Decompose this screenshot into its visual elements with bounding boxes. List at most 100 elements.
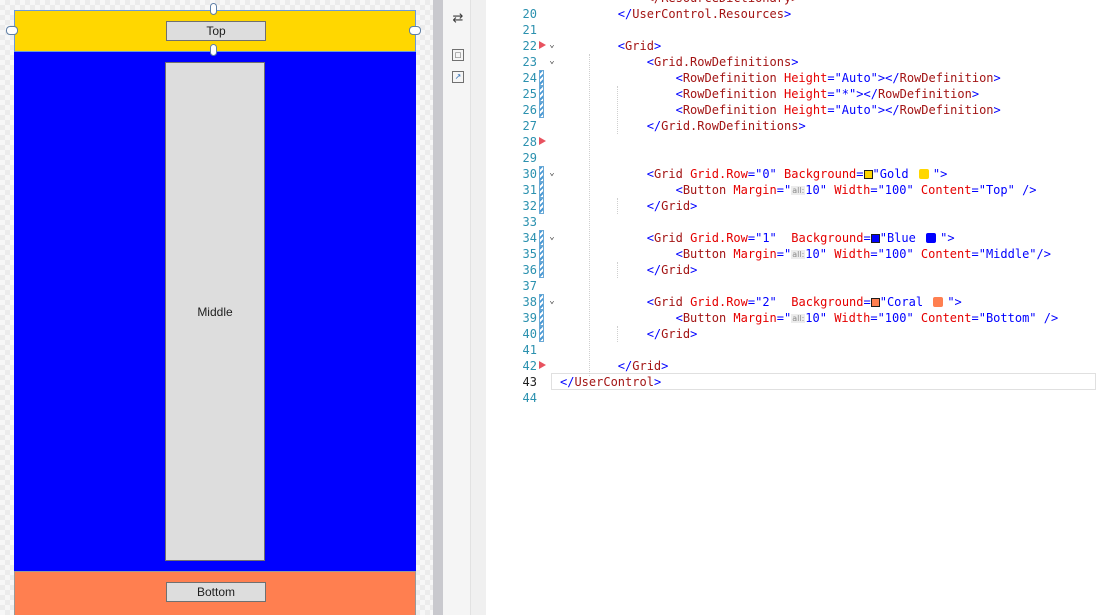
code-text[interactable]: </Grid> — [560, 198, 698, 214]
bottom-button[interactable]: Bottom — [166, 582, 266, 602]
code-text[interactable]: </Grid.RowDefinitions> — [560, 118, 806, 134]
fold-chevron-icon[interactable]: ⌄ — [546, 55, 558, 67]
code-line-33[interactable]: 33 — [486, 214, 1096, 230]
code-text[interactable]: <Button Margin="all:10" Width="100" Cont… — [560, 182, 1037, 199]
code-line-27[interactable]: 27 </Grid.RowDefinitions> — [486, 118, 1096, 134]
code-text[interactable]: <Button Margin="all:10" Width="100" Cont… — [560, 246, 1051, 263]
color-swatch-icon[interactable] — [870, 234, 880, 243]
code-line-37[interactable]: 37 — [486, 278, 1096, 294]
line-number: 24 — [522, 71, 537, 85]
code-text[interactable]: </Grid> — [560, 262, 698, 278]
code-line-20[interactable]: 20 </UserControl.Resources> — [486, 6, 1096, 22]
code-line-22[interactable]: 22 ⌄ <Grid> — [486, 38, 1096, 54]
color-swatch-icon[interactable] — [870, 298, 880, 307]
fold-chevron-icon[interactable]: ⌄ — [546, 231, 558, 243]
design-surface[interactable]: Top Middle Bottom — [6, 3, 421, 615]
code-line-36[interactable]: 36 </Grid> — [486, 262, 1096, 278]
code-token: Width — [826, 247, 871, 261]
grid-row-blue[interactable]: Middle — [14, 52, 416, 571]
code-token: ></ — [877, 71, 900, 85]
splitter-bar[interactable] — [471, 0, 486, 615]
swap-panes-icon[interactable]: ⇄ — [452, 12, 464, 25]
color-swatch-icon[interactable] — [863, 170, 873, 179]
code-text[interactable]: <RowDefinition Height="*"></RowDefinitio… — [560, 86, 980, 102]
code-line-25[interactable]: 25 <RowDefinition Height="*"></RowDefini… — [486, 86, 1096, 102]
designer-scrollbar[interactable] — [433, 0, 443, 615]
code-line-43[interactable]: 43 </UserControl> — [486, 374, 1096, 390]
change-indicator — [539, 166, 544, 182]
code-line-40[interactable]: 40 </Grid> — [486, 326, 1096, 342]
change-indicator — [539, 182, 544, 198]
code-line-42[interactable]: 42 </Grid> — [486, 358, 1096, 374]
code-text[interactable]: <Grid Grid.Row="2" Background= "Coral "> — [560, 294, 962, 310]
code-token: Height — [776, 71, 828, 85]
color-preview-icon — [933, 297, 944, 307]
code-line-34[interactable]: 34 ⌄ <Grid Grid.Row="1" Background= "Blue … — [486, 230, 1096, 246]
code-token: </ — [646, 119, 662, 133]
marker-triangle-icon[interactable] — [539, 41, 546, 49]
code-text[interactable]: <Button Margin="all:10" Width="100" Cont… — [560, 310, 1059, 327]
code-token: > — [661, 359, 669, 373]
popout-icon[interactable]: ↗ — [452, 71, 464, 83]
code-token: > — [690, 199, 698, 213]
zoom-frame-icon[interactable]: □ — [452, 49, 464, 61]
code-text[interactable]: </UserControl> — [560, 374, 661, 390]
code-line-26[interactable]: 26 <RowDefinition Height="Auto"></RowDef… — [486, 102, 1096, 118]
code-text[interactable]: </UserControl.Resources> — [560, 6, 791, 22]
grid-row-coral[interactable]: Bottom — [14, 571, 416, 615]
xaml-code-editor[interactable]: </ResourceDictionary> 20 </UserControl.R… — [486, 0, 1096, 615]
code-line-44[interactable]: 44 — [486, 390, 1096, 406]
change-indicator — [539, 246, 544, 262]
code-text[interactable]: <RowDefinition Height="Auto"></RowDefini… — [560, 102, 1001, 118]
code-line-24[interactable]: 24 <RowDefinition Height="Auto"></RowDef… — [486, 70, 1096, 86]
marker-triangle-icon[interactable] — [539, 137, 546, 145]
code-token: = — [827, 71, 835, 85]
code-token: "Gold — [872, 167, 916, 181]
right-resize-adorner[interactable] — [409, 26, 421, 35]
code-line-32[interactable]: 32 </Grid> — [486, 198, 1096, 214]
code-token: Height — [776, 103, 828, 117]
code-line-41[interactable]: 41 — [486, 342, 1096, 358]
code-line-38[interactable]: 38 ⌄ <Grid Grid.Row="2" Background= "Coral… — [486, 294, 1096, 310]
marker-triangle-icon[interactable] — [539, 361, 546, 369]
line-number: 32 — [522, 199, 537, 213]
color-preview-icon — [918, 169, 929, 179]
code-token: Grid.Row — [682, 167, 748, 181]
bottom-resize-adorner[interactable] — [210, 44, 217, 56]
code-line-29[interactable]: 29 — [486, 150, 1096, 166]
code-line-39[interactable]: 39 <Button Margin="all:10" Width="100" C… — [486, 310, 1096, 326]
code-text[interactable]: <RowDefinition Height="Auto"></RowDefini… — [560, 70, 1001, 86]
code-token: > — [798, 119, 806, 133]
code-line-28[interactable]: 28 — [486, 134, 1096, 150]
fold-chevron-icon[interactable]: ⌄ — [546, 167, 558, 179]
code-token: "1" — [755, 231, 777, 245]
code-text[interactable]: <Grid Grid.Row="0" Background= "Gold "> — [560, 166, 948, 182]
left-resize-adorner[interactable] — [6, 26, 18, 35]
code-token: < — [646, 295, 654, 309]
top-resize-adorner[interactable] — [210, 3, 217, 15]
code-text[interactable]: </Grid> — [560, 358, 669, 374]
xaml-designer-canvas[interactable]: Top Middle Bottom — [0, 0, 433, 615]
code-line-21[interactable]: 21 — [486, 22, 1096, 38]
top-button[interactable]: Top — [166, 21, 266, 41]
code-token: = — [856, 167, 864, 181]
code-token: "100" — [877, 247, 914, 261]
code-line-31[interactable]: 31 <Button Margin="all:10" Width="100" C… — [486, 182, 1096, 198]
code-token: Button — [682, 311, 727, 325]
code-text[interactable]: <Grid> — [560, 38, 661, 54]
fold-chevron-icon[interactable]: ⌄ — [546, 295, 558, 307]
code-line-30[interactable]: 30 ⌄ <Grid Grid.Row="0" Background= "Gold … — [486, 166, 1096, 182]
code-text[interactable]: </Grid> — [560, 326, 698, 342]
fold-chevron-icon[interactable]: ⌄ — [546, 39, 558, 51]
code-token: </ — [646, 263, 662, 277]
code-text[interactable]: <Grid Grid.Row="1" Background= "Blue "> — [560, 230, 955, 246]
code-token: > — [954, 295, 962, 309]
code-line-23[interactable]: 23 ⌄ <Grid.RowDefinitions> — [486, 54, 1096, 70]
code-text[interactable]: <Grid.RowDefinitions> — [560, 54, 799, 70]
middle-button[interactable]: Middle — [165, 62, 265, 561]
code-line-35[interactable]: 35 <Button Margin="all:10" Width="100" C… — [486, 246, 1096, 262]
